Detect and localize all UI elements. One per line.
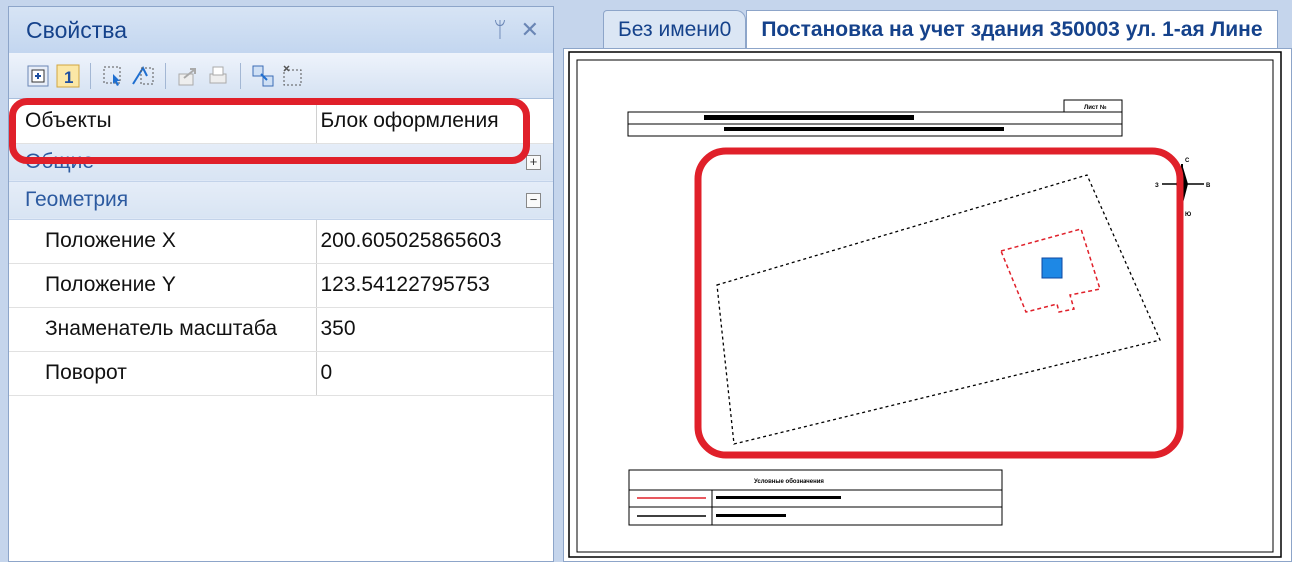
property-row-position-y[interactable]: Положение Y 123.54122795753 [9,263,553,308]
land-plot-outline [716,174,1161,445]
property-label: Положение Y [9,263,316,308]
export-icon[interactable] [175,63,201,89]
property-label: Знаменатель масштаба [9,307,316,352]
property-row-position-x[interactable]: Положение X 200.605025865603 [9,219,553,264]
east-label: В [1206,183,1211,189]
property-label: Положение X [9,219,316,264]
property-value[interactable]: 0 [315,351,553,396]
highlight-frame-plan [694,147,1184,459]
panel-title-bar: Свойства ᛘ ✕ [9,7,553,53]
tab-building-registration[interactable]: Постановка на учет здания 350003 ул. 1-а… [746,10,1278,48]
west-label: З [1155,183,1159,189]
objects-value[interactable]: Блок оформления [315,99,553,144]
expand-icon[interactable]: + [526,154,541,170]
properties-panel: Свойства ᛘ ✕ 1 Объекты Блок оформления О… [8,6,554,562]
pin-icon[interactable]: ᛘ [493,17,506,43]
sort-number-icon[interactable]: 1 [55,63,81,89]
filter-icon[interactable] [250,63,276,89]
objects-label: Объекты [9,99,316,144]
property-row-rotation[interactable]: Поворот 0 [9,351,553,396]
property-value[interactable]: 350 [315,307,553,352]
property-value[interactable]: 123.54122795753 [315,263,553,308]
print-icon[interactable] [205,63,231,89]
legend-text-1 [716,496,841,499]
property-grid: Объекты Блок оформления Общие + Геометри… [9,99,553,396]
toolbar-separator [240,62,241,89]
panel-title: Свойства [26,16,127,43]
category-general[interactable]: Общие + [9,143,553,182]
category-geometry[interactable]: Геометрия − [9,181,553,220]
legend-text-2 [716,514,786,517]
expand-all-icon[interactable] [25,63,51,89]
sheet-number-label: Лист № [1084,104,1107,111]
category-label: Геометрия [25,188,129,211]
drawing-canvas[interactable]: Лист № С З В Ю Условные обозначения [563,48,1292,562]
document-area: Без имени0 Постановка на учет здания 350… [563,6,1292,562]
collapse-icon[interactable]: − [526,192,541,208]
category-label: Общие [25,150,95,173]
close-icon[interactable]: ✕ [521,17,539,43]
objects-row[interactable]: Объекты Блок оформления [9,99,553,144]
selected-block-marker [1041,257,1063,279]
property-label: Поворот [9,351,316,396]
property-value[interactable]: 200.605025865603 [315,219,553,264]
sheet-frame [576,59,1274,553]
select-multiple-icon[interactable] [130,63,156,89]
title-text-2 [724,127,1004,131]
panel-toolbar: 1 [9,53,553,99]
north-label: С [1185,158,1190,164]
select-object-icon[interactable] [100,63,126,89]
property-row-scale[interactable]: Знаменатель масштаба 350 [9,307,553,352]
deselect-icon[interactable] [280,63,306,89]
svg-text:1: 1 [64,68,73,87]
legend-title: Условные обозначения [754,478,824,485]
toolbar-separator [165,62,166,89]
title-text-1 [704,115,914,120]
document-tabs: Без имени0 Постановка на учет здания 350… [563,6,1292,48]
south-label: Ю [1185,212,1191,218]
toolbar-separator [90,62,91,89]
tab-unnamed[interactable]: Без имени0 [603,10,747,48]
drawing-svg: Лист № С З В Ю Условные обозначения [568,51,1282,558]
